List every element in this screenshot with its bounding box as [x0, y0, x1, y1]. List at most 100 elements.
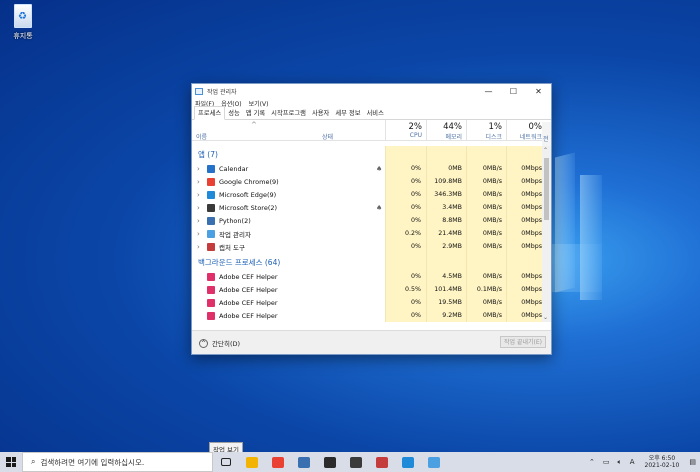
taskbar-app-0[interactable]	[239, 452, 265, 472]
network-cell: 0Mbps	[521, 312, 542, 319]
recycle-bin-icon	[14, 4, 32, 28]
taskbar-app-1[interactable]	[265, 452, 291, 472]
network-icon[interactable]: ▭	[603, 458, 610, 466]
chevron-right-icon[interactable]: ›	[197, 230, 200, 238]
chrome-icon	[207, 177, 215, 186]
network-cell: 0Mbps	[521, 273, 542, 280]
python-icon	[298, 456, 310, 468]
disk-cell: 0MB/s	[482, 204, 502, 211]
process-row[interactable]: Adobe CEF Helper 0% 9.2MB 0MB/s 0Mbps	[192, 309, 544, 322]
start-button[interactable]	[0, 452, 22, 472]
scroll-up-icon[interactable]: ⌃	[543, 147, 548, 154]
title-bar[interactable]: 작업 관리자 — ☐ ✕	[192, 84, 551, 98]
fewer-details-button[interactable]: ^ 간단히(D)	[199, 338, 240, 348]
disk-cell: 0MB/s	[482, 312, 502, 319]
chevron-up-icon[interactable]: ⌃	[589, 458, 595, 466]
close-button[interactable]: ✕	[526, 84, 551, 98]
window-title: 작업 관리자	[207, 88, 237, 96]
clock-date: 2021-02-10	[644, 462, 680, 469]
network-cell: 0Mbps	[521, 165, 542, 172]
vertical-scrollbar[interactable]: ⌃ ⌄	[542, 146, 551, 322]
taskbar-app-5[interactable]	[369, 452, 395, 472]
sort-arrow-icon: ^	[251, 121, 257, 129]
column-memory[interactable]: 44% 메모리	[426, 120, 466, 141]
maximize-button[interactable]: ☐	[501, 84, 526, 98]
process-row[interactable]: Adobe CEF Helper 0% 19.5MB 0MB/s 0Mbps	[192, 296, 544, 309]
process-list: 앱 (7) › Calendar ♠ 0% 0MB 0MB/s 0Mbps › Google C…	[192, 146, 544, 322]
cpu-label: CPU	[409, 132, 422, 139]
scrollbar-thumb[interactable]	[544, 158, 549, 220]
minimize-button[interactable]: —	[476, 84, 501, 98]
process-row[interactable]: Adobe CEF Helper 0.5% 101.4MB 0.1MB/s 0Mbps	[192, 283, 544, 296]
system-tray: ⌃ ▭ 🔈︎ A 오후 6:50 2021-02-10 ▤	[585, 452, 700, 472]
tab-users[interactable]: 사용자	[309, 107, 332, 119]
process-row[interactable]: › Python(2) 0% 8.8MB 0MB/s 0Mbps	[192, 214, 544, 227]
chevron-right-icon[interactable]: ›	[197, 165, 200, 173]
disk-cell: 0MB/s	[482, 273, 502, 280]
process-row[interactable]: › Microsoft Store(2) ♠ 0% 3.4MB 0MB/s 0Mbps	[192, 201, 544, 214]
memory-cell: 2.9MB	[442, 243, 462, 250]
cpu-total: 2%	[408, 122, 423, 132]
chevron-right-icon[interactable]: ›	[197, 243, 200, 251]
disk-cell: 0MB/s	[482, 243, 502, 250]
network-cell: 0Mbps	[521, 286, 542, 293]
tab-processes[interactable]: 프로세스	[194, 106, 226, 120]
disk-cell: 0MB/s	[482, 165, 502, 172]
memory-cell: 346.3MB	[434, 191, 462, 198]
tab-services[interactable]: 서비스	[364, 107, 387, 119]
process-name: Calendar	[219, 164, 249, 173]
volume-icon[interactable]: 🔈︎	[618, 458, 622, 467]
chevron-right-icon[interactable]: ›	[197, 178, 200, 186]
task-view-icon	[221, 458, 231, 466]
process-row[interactable]: › Calendar ♠ 0% 0MB 0MB/s 0Mbps	[192, 162, 544, 175]
taskmgr-icon	[428, 456, 440, 468]
chrome-icon	[272, 456, 284, 468]
chevron-right-icon[interactable]: ›	[197, 204, 200, 212]
process-name: Microsoft Edge(9)	[219, 190, 277, 199]
tab-performance[interactable]: 성능	[225, 107, 243, 119]
taskmgr-icon	[207, 229, 215, 238]
cpu-cell: 0%	[411, 191, 421, 198]
process-row[interactable]: › Microsoft Edge(9) 0% 346.3MB 0MB/s 0Mbps	[192, 188, 544, 201]
process-row[interactable]: › Google Chrome(9) 0% 109.8MB 0MB/s 0Mbps	[192, 175, 544, 188]
chevron-right-icon[interactable]: ›	[197, 217, 200, 225]
disk-label: 디스크	[485, 134, 502, 141]
task-manager-icon	[195, 87, 203, 95]
taskbar-app-4[interactable]	[343, 452, 369, 472]
taskbar-app-6[interactable]	[395, 452, 421, 472]
notification-icon[interactable]: ▤	[689, 458, 696, 466]
column-status[interactable]: 상태	[322, 132, 333, 141]
memory-cell: 19.5MB	[438, 299, 462, 306]
taskbar-app-3[interactable]	[317, 452, 343, 472]
scroll-down-icon[interactable]: ⌄	[543, 314, 548, 321]
network-cell: 0Mbps	[521, 230, 542, 237]
process-row[interactable]: › 캡처 도구 0% 2.9MB 0MB/s 0Mbps	[192, 240, 544, 253]
process-row[interactable]: › 작업 관리자 0.2% 21.4MB 0MB/s 0Mbps	[192, 227, 544, 240]
disk-cell: 0MB/s	[482, 299, 502, 306]
app-icon	[324, 456, 336, 468]
process-row[interactable]: Adobe CEF Helper 0% 4.5MB 0MB/s 0Mbps	[192, 270, 544, 283]
column-disk[interactable]: 1% 디스크	[466, 120, 506, 141]
clock[interactable]: 오후 6:50 2021-02-10	[645, 455, 680, 469]
windows-logo-icon	[6, 457, 16, 467]
chevron-right-icon[interactable]: ›	[197, 191, 200, 199]
process-name: Microsoft Store(2)	[219, 203, 278, 212]
ime-indicator[interactable]: A	[630, 458, 635, 466]
column-name[interactable]: 이름	[196, 132, 207, 141]
cpu-cell: 0.5%	[405, 286, 421, 293]
recycle-bin[interactable]: 휴지통	[6, 4, 40, 41]
end-task-button[interactable]: 작업 끝내기(E)	[500, 336, 546, 348]
footer: ^ 간단히(D) 작업 끝내기(E)	[192, 330, 551, 354]
store-icon	[350, 456, 362, 468]
tab-details[interactable]: 세부 정보	[332, 107, 363, 119]
column-power-cut[interactable]: 전	[542, 122, 551, 146]
tab-startup[interactable]: 시작프로그램	[268, 107, 309, 119]
column-cpu[interactable]: 2% CPU	[385, 120, 426, 141]
taskbar-app-2[interactable]	[291, 452, 317, 472]
tab-app-history[interactable]: 앱 기록	[243, 107, 268, 119]
store-icon	[207, 203, 215, 212]
task-view-button[interactable]	[213, 452, 239, 472]
column-network[interactable]: 0% 네트워크	[506, 120, 546, 141]
taskbar-app-7[interactable]	[421, 452, 447, 472]
search-box[interactable]: ⌕ 검색하려면 여기에 입력하십시오.	[22, 452, 213, 472]
